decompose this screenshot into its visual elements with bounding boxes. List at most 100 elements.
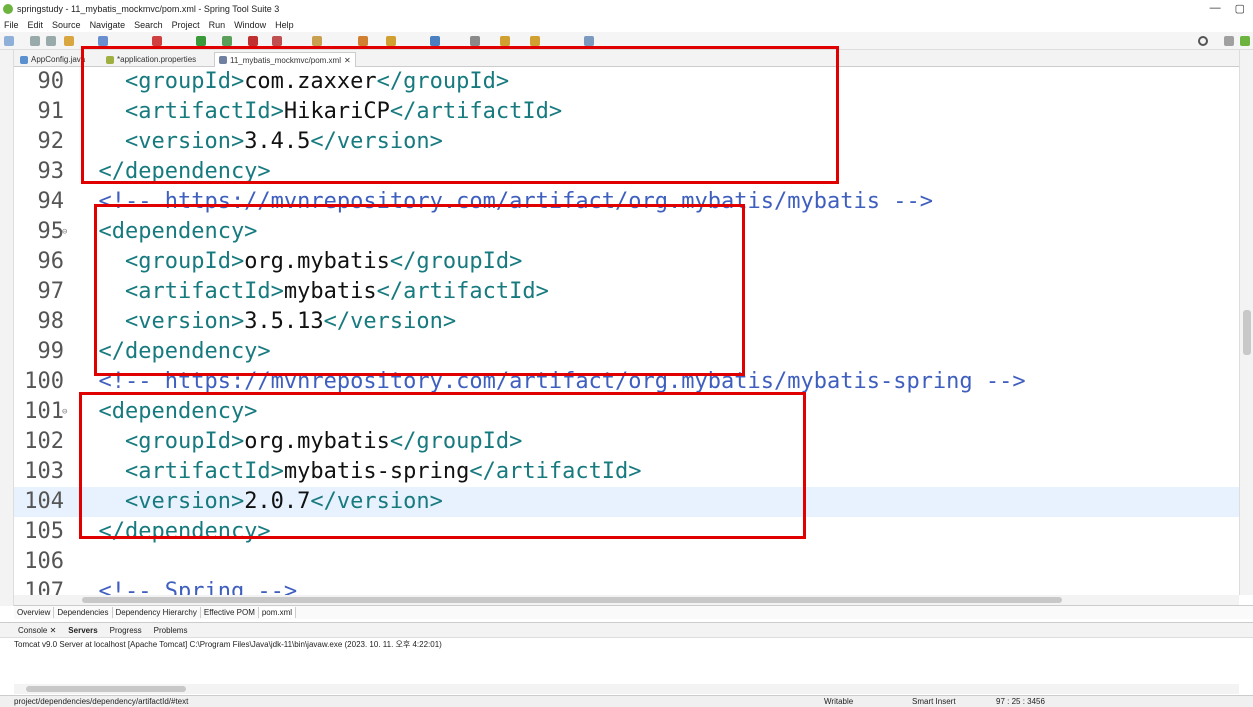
menu-window[interactable]: Window (234, 20, 266, 30)
back-icon[interactable] (500, 36, 510, 46)
code-line[interactable]: 107 <!-- Spring --> (14, 577, 1239, 595)
stop-icon[interactable] (248, 36, 258, 46)
spring-perspective-icon[interactable] (1240, 36, 1250, 46)
minimize-button[interactable]: — (1210, 2, 1221, 15)
code-line[interactable]: 106 (14, 547, 1239, 577)
new-icon[interactable] (4, 36, 14, 46)
code-line[interactable]: 90 <groupId>com.zaxxer</groupId> (14, 67, 1239, 97)
xml-tag: </dependency> (72, 159, 271, 184)
menu-search[interactable]: Search (134, 20, 163, 30)
menu-file[interactable]: File (4, 20, 19, 30)
scrollbar-thumb[interactable] (1243, 310, 1251, 355)
pom-editor-tabs: Overview Dependencies Dependency Hierarc… (14, 605, 1253, 619)
tab-dependency-hierarchy[interactable]: Dependency Hierarchy (113, 607, 201, 618)
tab-appconfig[interactable]: AppConfig.java (16, 52, 89, 67)
terminate-icon[interactable] (272, 36, 282, 46)
code-line[interactable]: 93 </dependency> (14, 157, 1239, 187)
tab-pom-xml-source[interactable]: pom.xml (258, 607, 297, 618)
code-line[interactable]: 103 <artifactId>mybatis-spring</artifact… (14, 457, 1239, 487)
code-line[interactable]: 105 </dependency> (14, 517, 1239, 547)
line-number: 103 (24, 459, 64, 484)
code-line[interactable]: 92 <version>3.4.5</version> (14, 127, 1239, 157)
menu-run[interactable]: Run (209, 20, 226, 30)
editor-horizontal-scrollbar[interactable] (14, 595, 1239, 605)
tab-console[interactable]: Console ✕ (18, 626, 56, 635)
close-tab-icon[interactable]: ✕ (344, 56, 351, 65)
globe-icon[interactable] (430, 36, 440, 46)
forward-icon[interactable] (530, 36, 540, 46)
menu-source[interactable]: Source (52, 20, 81, 30)
new-java-project-icon[interactable] (312, 36, 322, 46)
tab-dependencies[interactable]: Dependencies (54, 607, 113, 618)
code-line[interactable]: 94 <!-- https://mvnrepository.com/artifa… (14, 187, 1239, 217)
xml-text: 3.5.13 (244, 309, 324, 334)
status-bar: project/dependencies/dependency/artifact… (0, 695, 1253, 707)
xml-tag: <artifactId> (72, 459, 284, 484)
menu-navigate[interactable]: Navigate (90, 20, 126, 30)
java-file-icon (20, 55, 28, 64)
code-line[interactable]: 101 ⊖ <dependency> (14, 397, 1239, 427)
editor-vertical-scrollbar[interactable] (1239, 50, 1253, 595)
line-number: 99 (37, 339, 65, 364)
code-line[interactable]: 97 <artifactId>mybatis</artifactId> (14, 277, 1239, 307)
line-number: 92 (37, 129, 65, 154)
fold-toggle-icon[interactable]: ⊖ (62, 397, 67, 427)
xml-tag: </groupId> (389, 429, 523, 454)
status-cursor-position: 97 : 25 : 3456 (996, 697, 1045, 706)
spring-tool-suite-icon (3, 4, 13, 14)
menu-project[interactable]: Project (172, 20, 200, 30)
code-line[interactable]: 102 <groupId>org.mybatis</groupId> (14, 427, 1239, 457)
line-number: 97 (37, 279, 65, 304)
tab-overview[interactable]: Overview (14, 607, 55, 618)
open-type-icon[interactable] (64, 36, 74, 46)
left-trim-bar (0, 50, 14, 606)
open-task-icon[interactable] (358, 36, 368, 46)
code-line[interactable]: 95 ⊖ <dependency> (14, 217, 1239, 247)
console-tab-label: Console (18, 625, 48, 635)
code-line[interactable]: 104 <version>2.0.7</version> (14, 487, 1239, 517)
run-external-icon[interactable] (222, 36, 232, 46)
next-annotation-icon[interactable] (470, 36, 480, 46)
status-writable: Writable (824, 697, 854, 706)
save-icon[interactable] (30, 36, 40, 46)
code-line[interactable]: 96 <groupId>org.mybatis</groupId> (14, 247, 1239, 277)
tab-servers[interactable]: Servers (68, 626, 97, 635)
scrollbar-thumb[interactable] (26, 686, 186, 692)
xml-text: org.mybatis (244, 249, 390, 274)
xml-tag: </groupId> (376, 69, 510, 94)
menu-help[interactable]: Help (275, 20, 294, 30)
line-number: 96 (37, 249, 65, 274)
xml-comment: <!-- https://mvnrepository.com/artifact/… (72, 189, 933, 214)
xml-comment: <!-- Spring --> (72, 579, 298, 595)
tab-application-properties[interactable]: *application.properties (102, 52, 200, 67)
xml-tag: <artifactId> (72, 99, 284, 124)
debug-icon[interactable] (152, 36, 162, 46)
menu-edit[interactable]: Edit (28, 20, 44, 30)
tab-label: 11_mybatis_mockmvc/pom.xml (230, 55, 341, 65)
pin-editor-icon[interactable] (584, 36, 594, 46)
tab-effective-pom[interactable]: Effective POM (201, 607, 259, 618)
code-line[interactable]: 99 </dependency> (14, 337, 1239, 367)
tab-problems[interactable]: Problems (154, 626, 188, 635)
code-text: <groupId>com.zaxxer</groupId> (72, 67, 509, 97)
code-text: <groupId>org.mybatis</groupId> (72, 247, 522, 277)
code-line[interactable]: 100 <!-- https://mvnrepository.com/artif… (14, 367, 1239, 397)
restore-button[interactable]: ▢ (1235, 2, 1245, 15)
code-line[interactable]: 91 <artifactId>HikariCP</artifactId> (14, 97, 1239, 127)
console-horizontal-scrollbar[interactable] (14, 684, 1239, 694)
fold-toggle-icon[interactable]: ⊖ (62, 217, 67, 247)
tab-pom-xml[interactable]: 11_mybatis_mockmvc/pom.xml ✕ (214, 52, 356, 67)
scrollbar-thumb[interactable] (82, 597, 1062, 603)
title-bar: springstudy - 11_mybatis_mockmvc/pom.xml… (0, 0, 1253, 18)
run-icon[interactable] (196, 36, 206, 46)
code-line[interactable]: 98 <version>3.5.13</version> (14, 307, 1239, 337)
perspective-icon[interactable] (1224, 36, 1234, 46)
tab-progress[interactable]: Progress (110, 626, 142, 635)
code-text: </dependency> (72, 337, 270, 367)
save-all-icon[interactable] (46, 36, 56, 46)
search-icon[interactable] (1198, 36, 1208, 46)
code-text: <version>3.5.13</version> (72, 307, 456, 337)
console-icon[interactable] (98, 36, 108, 46)
xml-editor[interactable]: 90 <groupId>com.zaxxer</groupId> 91 <arti… (14, 67, 1239, 595)
search-toolbar-icon[interactable] (386, 36, 396, 46)
